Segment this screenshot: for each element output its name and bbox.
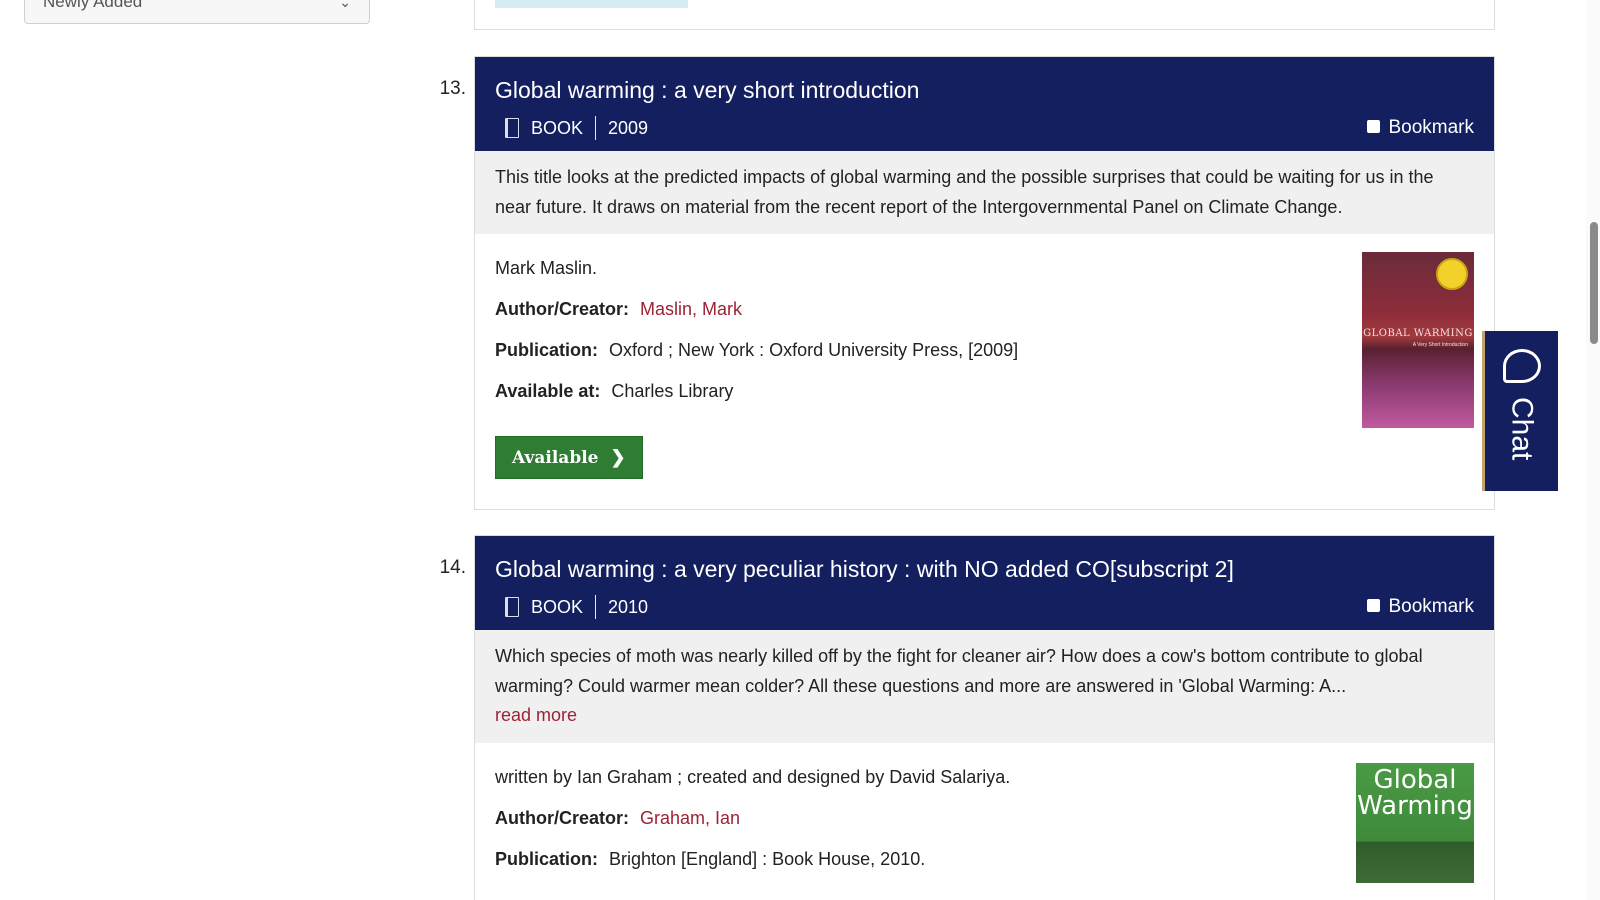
responsibility-statement: Mark Maslin. <box>495 258 598 278</box>
sort-select[interactable]: Newly Added ⌄ <box>24 0 370 24</box>
author-field: Author/Creator: Maslin, Mark <box>495 295 1474 323</box>
chat-label: Chat <box>1505 397 1539 461</box>
result-details: Mark Maslin. Author/Creator: Maslin, Mar… <box>475 234 1494 499</box>
availability-field: Available at: Charles Library <box>495 377 1474 405</box>
cover-title: Global Warming <box>1356 767 1474 819</box>
cover-title-line2: Warming <box>1357 790 1473 821</box>
result-meta: BOOK 2010 <box>495 584 1474 630</box>
publication-value: Brighton [England] : Book House, 2010. <box>609 848 926 869</box>
book-cover-thumbnail[interactable]: GLOBAL WARMING A Very Short Introduction <box>1362 252 1474 428</box>
result-card: Global warming : a very short introducti… <box>474 56 1495 510</box>
result-year: 2010 <box>608 596 649 617</box>
cover-subtitle: A Very Short Introduction <box>1412 342 1468 348</box>
previous-result-card <box>474 0 1495 30</box>
result-abstract: Which species of moth was nearly killed … <box>475 630 1494 743</box>
available-at-value: Charles Library <box>611 381 734 401</box>
bookmark-checkbox[interactable] <box>1367 119 1381 133</box>
read-more-link[interactable]: read more <box>495 701 1474 731</box>
bookmark-label: Bookmark <box>1388 117 1474 138</box>
bookmark-toggle[interactable]: Bookmark <box>1367 105 1474 151</box>
result-title-link[interactable]: Global warming : a very peculiar history… <box>495 554 1474 584</box>
result-card: Global warming : a very peculiar history… <box>474 535 1495 900</box>
author-link[interactable]: Graham, Ian <box>640 808 740 828</box>
meta-divider <box>595 116 597 140</box>
bookmark-checkbox[interactable] <box>1367 598 1381 612</box>
abstract-text: This title looks at the predicted impact… <box>495 167 1434 217</box>
publication-field: Publication: Brighton [England] : Book H… <box>495 845 1474 873</box>
result-abstract: This title looks at the predicted impact… <box>475 151 1494 234</box>
chat-tab-button[interactable]: Chat <box>1482 331 1558 491</box>
publication-label: Publication: <box>495 848 598 869</box>
bookmark-toggle[interactable]: Bookmark <box>1367 584 1474 630</box>
available-button-label: Available <box>512 447 599 468</box>
publication-value: Oxford ; New York : Oxford University Pr… <box>609 340 1019 360</box>
cover-seal-icon <box>1436 258 1468 290</box>
result-number: 13. <box>439 78 466 99</box>
result-type: BOOK <box>531 596 584 617</box>
available-button[interactable]: Available ❯ <box>495 436 643 479</box>
page-scrollbar-thumb[interactable] <box>1590 222 1598 344</box>
result-title-link[interactable]: Global warming : a very short introducti… <box>495 75 1474 105</box>
abstract-text: Which species of moth was nearly killed … <box>495 646 1423 696</box>
author-label: Author/Creator: <box>495 299 629 319</box>
chevron-down-icon: ⌄ <box>339 0 351 10</box>
chevron-right-icon: ❯ <box>610 447 626 468</box>
book-cover-thumbnail[interactable]: Global Warming <box>1356 762 1474 883</box>
page-scrollbar-track[interactable] <box>1586 0 1600 900</box>
result-details: written by Ian Graham ; created and desi… <box>475 743 1494 900</box>
result-meta: BOOK 2009 <box>495 105 1474 151</box>
result-header: Global warming : a very short introducti… <box>475 57 1494 151</box>
publication-field: Publication: Oxford ; New York : Oxford … <box>495 336 1474 364</box>
chat-bubble-icon <box>1502 349 1541 383</box>
author-label: Author/Creator: <box>495 807 629 828</box>
publication-label: Publication: <box>495 340 598 360</box>
responsibility-statement: written by Ian Graham ; created and desi… <box>495 766 1011 787</box>
book-icon <box>505 118 519 138</box>
result-number: 14. <box>439 557 466 578</box>
result-year: 2009 <box>608 117 649 138</box>
bookmark-label: Bookmark <box>1388 596 1474 617</box>
book-icon <box>505 597 519 617</box>
result-type: BOOK <box>531 117 584 138</box>
author-field: Author/Creator: Graham, Ian <box>495 804 1474 832</box>
result-header: Global warming : a very peculiar history… <box>475 536 1494 630</box>
cover-title: GLOBAL WARMING <box>1363 328 1473 339</box>
meta-divider <box>595 595 597 619</box>
sort-select-value: Newly Added <box>43 0 143 11</box>
available-at-label: Available at: <box>495 381 601 401</box>
previous-result-action-button[interactable] <box>495 0 688 8</box>
author-link[interactable]: Maslin, Mark <box>640 299 742 319</box>
